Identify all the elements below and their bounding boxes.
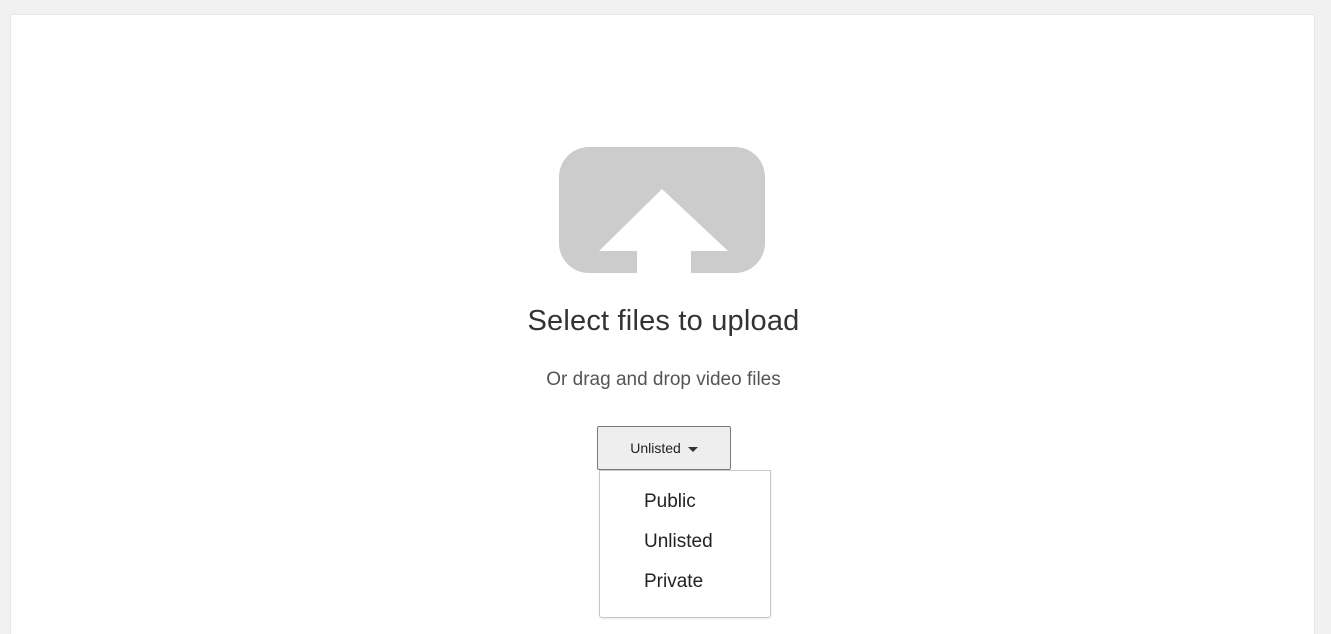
upload-title: Select files to upload bbox=[527, 305, 800, 337]
privacy-dropdown-menu: Public Unlisted Private bbox=[599, 470, 771, 618]
privacy-option-public[interactable]: Public bbox=[644, 491, 696, 513]
upload-arrow-icon[interactable] bbox=[559, 147, 765, 273]
privacy-option-private[interactable]: Private bbox=[644, 571, 703, 593]
privacy-option-unlisted[interactable]: Unlisted bbox=[644, 531, 713, 553]
upload-subtitle: Or drag and drop video files bbox=[546, 369, 781, 390]
upload-panel[interactable]: Select files to upload Or drag and drop … bbox=[10, 14, 1315, 634]
privacy-selected-label: Unlisted bbox=[630, 440, 681, 456]
privacy-dropdown-button[interactable]: Unlisted bbox=[597, 426, 731, 470]
caret-down-icon bbox=[687, 446, 698, 452]
